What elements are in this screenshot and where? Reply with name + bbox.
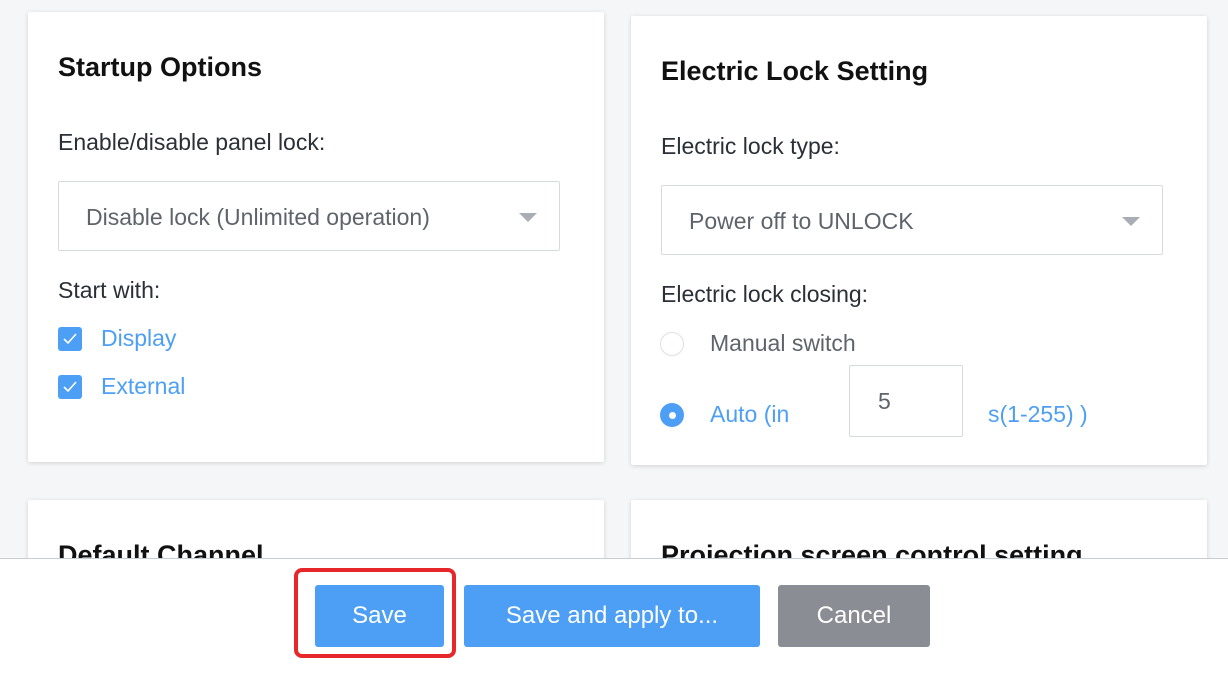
- panel-lock-select[interactable]: Disable lock (Unlimited operation): [58, 181, 560, 251]
- lock-type-select[interactable]: Power off to UNLOCK: [661, 185, 1163, 255]
- save-button[interactable]: Save: [315, 585, 444, 647]
- save-and-apply-button[interactable]: Save and apply to...: [464, 585, 760, 647]
- lock-type-value: Power off to UNLOCK: [689, 208, 914, 234]
- radio-selected-icon[interactable]: [660, 403, 684, 427]
- panel-lock-label: Enable/disable panel lock:: [58, 129, 326, 155]
- chevron-down-icon: [519, 213, 537, 222]
- checkbox-checked-icon[interactable]: [58, 375, 82, 399]
- electric-lock-card: Electric Lock Setting Electric lock type…: [631, 16, 1207, 465]
- startup-options-card: Startup Options Enable/disable panel loc…: [28, 12, 604, 462]
- radio-unselected-icon[interactable]: [660, 332, 684, 356]
- electric-lock-title: Electric Lock Setting: [661, 56, 929, 86]
- auto-seconds-unit: s(1-255) ): [988, 401, 1088, 427]
- cancel-button[interactable]: Cancel: [778, 585, 930, 647]
- checkbox-external-label: External: [101, 373, 186, 399]
- checkbox-display-label: Display: [101, 325, 177, 351]
- checkbox-checked-icon[interactable]: [58, 327, 82, 351]
- chevron-down-icon: [1122, 217, 1140, 226]
- radio-auto-label: Auto (in: [710, 401, 790, 427]
- lock-closing-label: Electric lock closing:: [661, 281, 869, 307]
- panel-lock-value: Disable lock (Unlimited operation): [86, 204, 430, 230]
- footer-action-bar: Save Save and apply to... Cancel: [0, 558, 1228, 681]
- auto-seconds-input[interactable]: 5: [849, 365, 963, 437]
- start-with-label: Start with:: [58, 277, 161, 303]
- auto-seconds-value: 5: [878, 388, 891, 414]
- lock-type-label: Electric lock type:: [661, 133, 840, 159]
- radio-manual-label: Manual switch: [710, 330, 856, 356]
- startup-options-title: Startup Options: [58, 52, 262, 82]
